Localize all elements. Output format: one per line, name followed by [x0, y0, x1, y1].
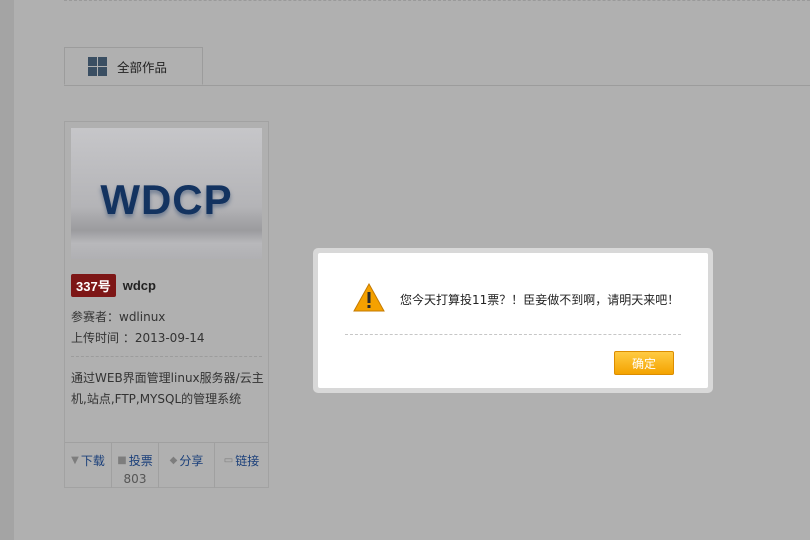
download-label: 下载 [80, 454, 105, 468]
left-strip [0, 0, 14, 540]
download-icon: ▼ [71, 455, 79, 466]
grid-icon [88, 56, 107, 76]
alert-dialog: 您今天打算投11票？！臣妾做不到啊，请明天来吧！ 确定 [318, 253, 708, 388]
tab-label: 全部作品 [117, 59, 168, 75]
work-thumbnail[interactable]: WDCP [71, 128, 262, 259]
alert-dialog-frame: 您今天打算投11票？！臣妾做不到啊，请明天来吧！ 确定 [313, 248, 713, 393]
tab-bar: 全部作品 [64, 47, 810, 86]
share-icon: ◆ [169, 455, 178, 466]
work-name[interactable]: wdcp [123, 278, 156, 293]
confirm-button[interactable]: 确定 [614, 351, 674, 375]
work-title-row: 337号 wdcp [71, 274, 156, 297]
top-divider [64, 0, 810, 1]
tab-all-works[interactable]: 全部作品 [64, 47, 203, 85]
work-description: 通过WEB界面管理linux服务器/云主机,站点,FTP,MYSQL的管理系统 [71, 371, 264, 406]
link-button[interactable]: ▭ 链接 [215, 443, 268, 488]
link-icon: ▭ [223, 455, 234, 466]
dialog-divider [345, 334, 681, 335]
vote-count: 803 [123, 472, 147, 486]
warning-icon [353, 283, 385, 312]
vote-label: 投票 [128, 454, 153, 468]
vote-icon: ■ [117, 455, 127, 466]
thumbnail-logo-text: WDCP [100, 176, 233, 223]
share-label: 分享 [179, 454, 204, 468]
alert-message: 您今天打算投11票？！臣妾做不到啊，请明天来吧！ [400, 293, 680, 307]
number-badge: 337号 [71, 274, 116, 297]
vote-button[interactable]: ■ 投票 803 [112, 443, 159, 488]
entrant: 参赛者：wdlinux [71, 310, 166, 324]
work-card: WDCP 337号 wdcp 参赛者：wdlinux 上传时间 ：2013-09… [64, 121, 269, 488]
share-button[interactable]: ◆ 分享 [159, 443, 215, 488]
upload-time: 上传时间 ：2013-09-14 [71, 331, 205, 345]
link-label: 链接 [235, 454, 260, 468]
download-button[interactable]: ▼ 下载 [65, 443, 112, 488]
work-actions: ▼ 下载 ■ 投票 803 ◆ 分享 ▭ 链接 [65, 442, 268, 488]
card-divider [71, 356, 262, 357]
